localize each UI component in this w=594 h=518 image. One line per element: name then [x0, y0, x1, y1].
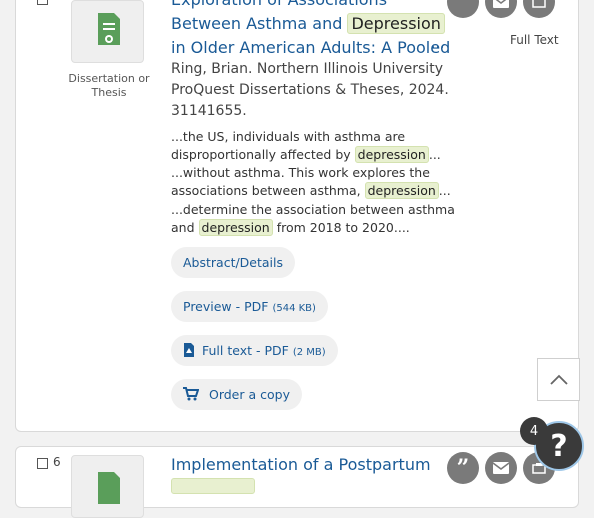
snippet-text: disproportionally affected by depression…: [171, 146, 441, 163]
snippet: ...determine the association between ast…: [171, 201, 455, 237]
full-text-pdf-label: Full text - PDF: [201, 343, 289, 358]
question-icon: ?: [550, 428, 568, 464]
snippet-text: ...the US, individuals with asthma are: [171, 129, 406, 144]
citation-meta: Ring, Brian. Northern Illinois Universit…: [171, 59, 449, 122]
save-icon: [532, 0, 546, 8]
search-term-highlight: depression: [354, 146, 429, 163]
title-more-link[interactable]: ...: [431, 36, 444, 52]
chevron-up-icon: [549, 374, 568, 385]
pdf-icon: [184, 343, 194, 357]
dissertation-icon: [98, 472, 120, 504]
preview-pdf-size: (544 KB): [272, 303, 316, 314]
back-to-top-button[interactable]: [537, 358, 580, 401]
snippet: ...the US, individuals with asthma are d…: [171, 128, 441, 164]
snippet-text: and depression from 2018 to 2020....: [171, 219, 410, 236]
title-line: in Older American Adults: A Pooled: [171, 38, 451, 57]
full-text-pdf-size: (2 MB): [292, 347, 326, 358]
cite-button[interactable]: ”: [447, 452, 479, 484]
snippet-text: ...without asthma. This work explores th…: [171, 165, 430, 180]
quote-icon: ”: [456, 455, 470, 481]
abstract-details-label: Abstract/Details: [183, 255, 284, 270]
title-line: Exploration of Associations: [171, 0, 450, 12]
search-term-highlight: Depression: [347, 13, 445, 34]
snippet-text: ...determine the association between ast…: [171, 202, 455, 217]
full-text-pdf-button[interactable]: Full text - PDF (2 MB): [171, 335, 338, 366]
document-type-label: Dissertation or Thesis: [68, 72, 150, 99]
order-copy-button[interactable]: Order a copy: [171, 379, 302, 410]
email-icon: [493, 0, 509, 8]
select-checkbox[interactable]: [37, 458, 48, 469]
result-number: 6: [53, 455, 61, 469]
search-term-highlight: depression: [198, 219, 273, 236]
notification-badge: 4: [520, 417, 548, 445]
select-checkbox[interactable]: [37, 0, 48, 5]
email-icon: [493, 462, 509, 474]
quote-icon: ”: [456, 0, 470, 15]
order-copy-label: Order a copy: [208, 387, 290, 402]
email-button[interactable]: [485, 452, 517, 484]
title-line: Implementation of a Postpartum: [171, 455, 431, 474]
title-line: Between Asthma and Depression: [171, 12, 450, 36]
full-text-badge: Full Text: [510, 33, 559, 47]
snippet-text: associations between asthma, depression.…: [171, 182, 451, 199]
search-term-highlight: depression: [364, 182, 439, 199]
document-thumbnail[interactable]: [71, 0, 144, 63]
result-title-link[interactable]: Implementation of a Postpartum: [171, 453, 431, 501]
document-thumbnail[interactable]: [71, 455, 144, 518]
preview-pdf-button[interactable]: Preview - PDF (544 KB): [171, 291, 328, 322]
abstract-details-button[interactable]: Abstract/Details: [171, 247, 296, 278]
cart-icon: [183, 387, 200, 401]
dissertation-icon: [98, 13, 120, 45]
snippet: ...without asthma. This work explores th…: [171, 164, 451, 200]
publication-id: 31141655.: [171, 103, 247, 119]
source-line: ProQuest Dissertations & Theses, 2024.: [171, 82, 449, 98]
author-line: Ring, Brian. Northern Illinois Universit…: [171, 61, 443, 77]
result-title-link[interactable]: Exploration of Associations Between Asth…: [171, 0, 450, 60]
preview-pdf-label: Preview - PDF: [183, 299, 269, 314]
